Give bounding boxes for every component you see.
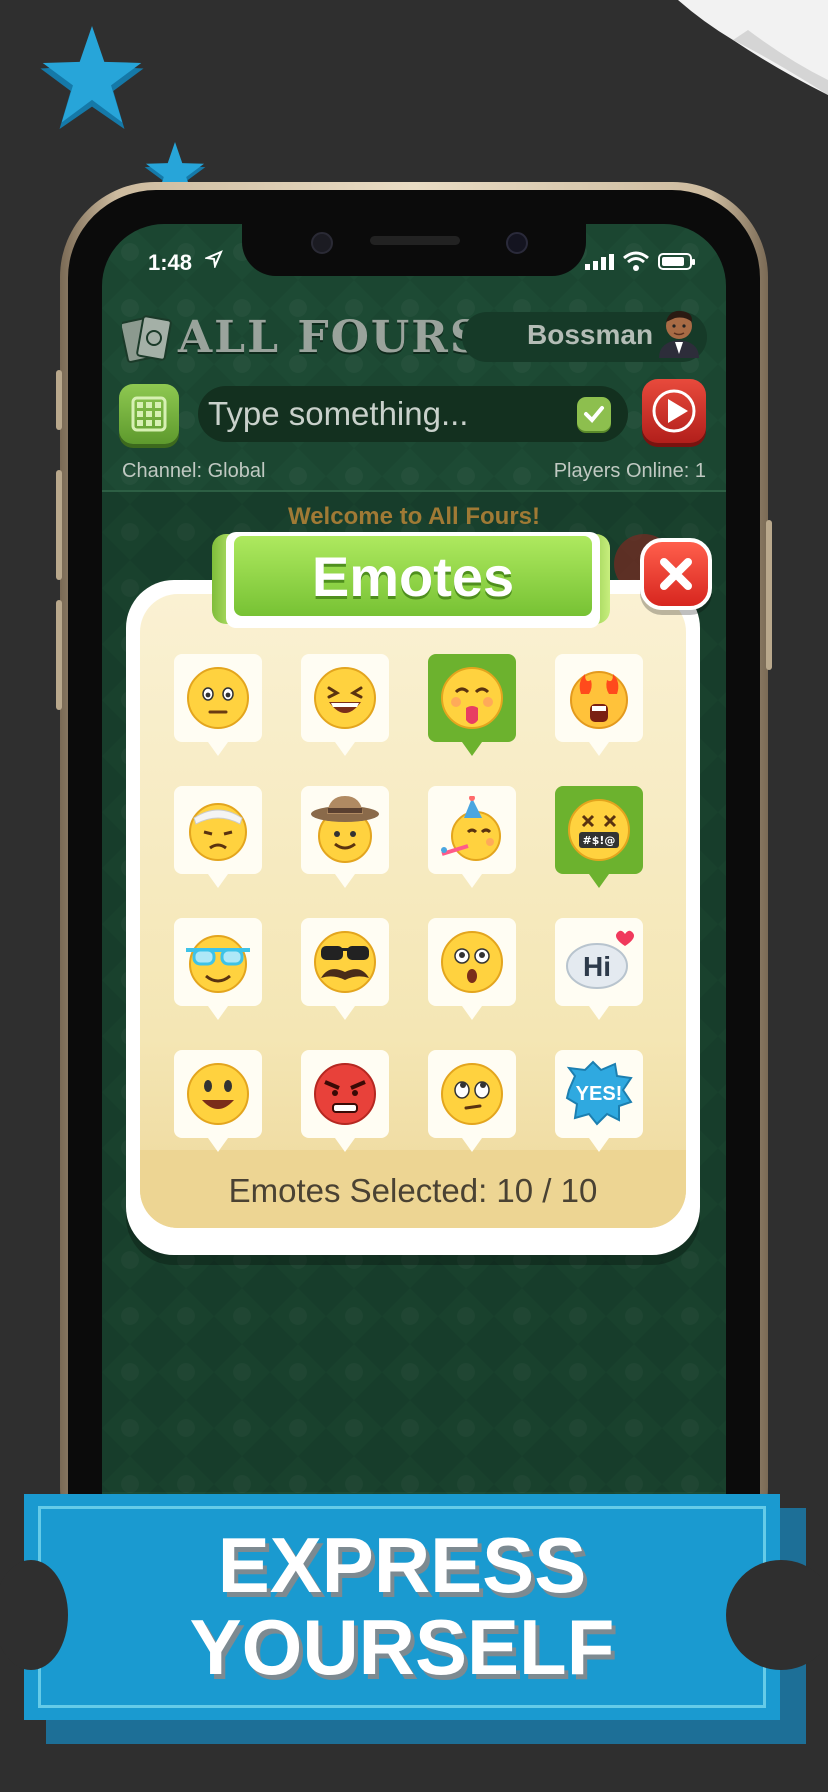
checkmark-icon	[584, 406, 604, 423]
play-icon	[652, 389, 696, 433]
grid-icon	[131, 396, 167, 432]
phone-volume-button	[56, 600, 62, 710]
divider	[102, 490, 726, 492]
phone-volume-button	[56, 370, 62, 430]
emote-tile-mustache[interactable]	[301, 918, 389, 1020]
emote-tile-party[interactable]	[428, 786, 516, 888]
welcome-message: Welcome to All Fours!	[287, 503, 541, 530]
emote-tile-hat[interactable]	[301, 786, 389, 888]
emote-tile-neutral[interactable]	[174, 654, 262, 756]
emote-tile-fire-eyes[interactable]	[555, 654, 643, 756]
sunglasses-face-icon	[186, 935, 250, 993]
page-curl-decoration	[678, 0, 828, 95]
party-face-icon	[441, 796, 501, 861]
hi-bubble-icon: Hi	[566, 930, 634, 989]
status-time: 1:48	[148, 250, 193, 275]
emote-tile-smile[interactable]	[174, 1050, 262, 1152]
location-arrow-icon	[205, 250, 223, 268]
checkmark-toggle[interactable]	[577, 397, 611, 431]
phone-speaker	[370, 236, 460, 245]
close-icon	[660, 558, 692, 590]
send-button[interactable]	[642, 379, 706, 443]
phone-camera	[506, 232, 528, 254]
fire-eyes-face-icon	[570, 671, 628, 729]
cards-logo-icon	[122, 315, 172, 363]
cursing-face-icon: #$!@	[568, 799, 630, 861]
phone-sensor	[311, 232, 333, 254]
emote-tile-eye-roll[interactable]	[428, 1050, 516, 1152]
username: Bossman	[527, 319, 654, 350]
emote-tile-sunglasses[interactable]	[174, 918, 262, 1020]
emotes-selected-count: Emotes Selected: 10 / 10	[228, 1172, 598, 1209]
players-online-label: Players Online: 1	[553, 460, 706, 482]
grid-menu-button[interactable]	[119, 384, 179, 444]
emote-tile-cursing[interactable]: #$!@	[555, 786, 643, 888]
neutral-face-icon	[187, 667, 249, 729]
emote-tile-laughing[interactable]	[301, 654, 389, 756]
emote-tile-angry[interactable]	[301, 1050, 389, 1152]
mustache-face-icon	[314, 931, 376, 993]
avatar[interactable]	[655, 306, 703, 358]
phone-notch	[242, 224, 586, 276]
channel-label: Channel: Global	[122, 460, 266, 482]
phone-power-button	[766, 520, 772, 670]
yes-text: YES!	[576, 1083, 623, 1105]
emote-tile-surprised[interactable]	[428, 918, 516, 1020]
emote-tile-tongue-out[interactable]	[428, 654, 516, 756]
emote-tile-hi[interactable]: Hi	[555, 918, 643, 1020]
promo-headline-line1: EXPRESS	[217, 1521, 587, 1609]
emote-tile-yes[interactable]: YES!	[555, 1050, 643, 1152]
emote-tile-bandaged[interactable]	[174, 786, 262, 888]
app-title: ALL FOURS	[178, 312, 484, 363]
laughing-face-icon	[314, 667, 376, 729]
surprised-face-icon	[441, 931, 503, 993]
close-button[interactable]	[640, 538, 712, 610]
cellular-signal-icon	[585, 254, 614, 270]
angry-face-icon	[314, 1063, 376, 1125]
battery-icon	[658, 253, 695, 270]
chat-input[interactable]	[198, 386, 628, 442]
cursing-symbols: #$!@	[583, 834, 616, 847]
promo-headline-line2: YOURSELF	[189, 1603, 615, 1691]
hi-text: Hi	[583, 951, 611, 982]
eye-roll-face-icon	[441, 1063, 503, 1125]
bandaged-face-icon	[189, 803, 247, 861]
smile-face-icon	[187, 1063, 249, 1125]
hat-face-icon	[311, 796, 379, 863]
wifi-icon	[623, 251, 649, 271]
star-icon	[40, 26, 144, 130]
modal-title: Emotes	[311, 545, 515, 608]
tongue-out-face-icon	[441, 667, 503, 729]
yes-burst-icon: YES!	[565, 1060, 633, 1126]
